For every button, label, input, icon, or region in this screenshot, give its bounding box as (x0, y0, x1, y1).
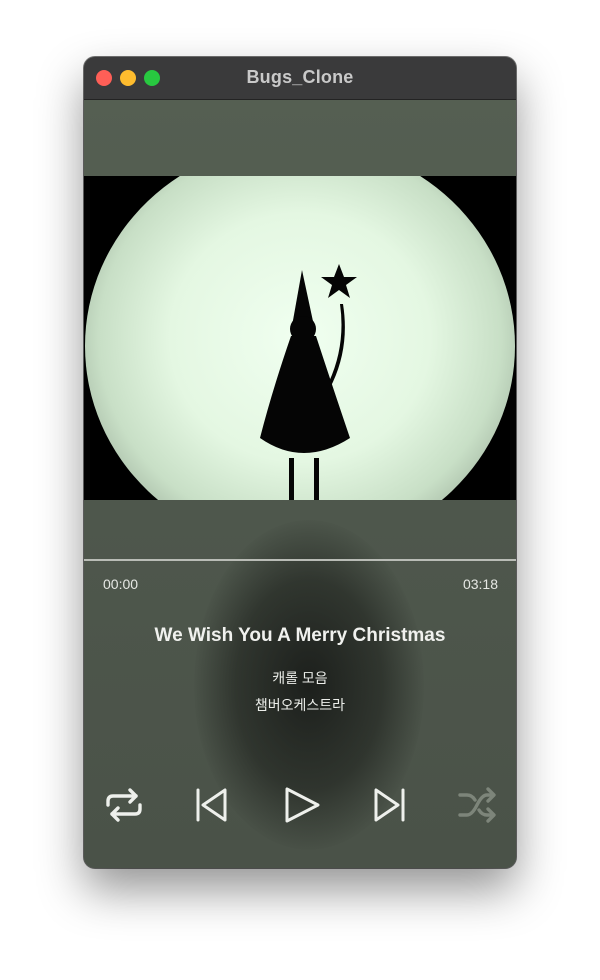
next-button[interactable] (368, 784, 410, 826)
artist-name: 챔버오케스트라 (254, 697, 346, 713)
shuffle-icon (458, 787, 496, 823)
current-time: 00:00 (103, 576, 139, 592)
player-view: 00:00 03:18 We Wish You A Merry Christma… (84, 100, 516, 868)
skip-forward-icon (374, 788, 405, 822)
app-window: Bugs_Clone 00:00 03:18 We Wish You A Mer… (84, 57, 516, 868)
skip-back-icon (196, 788, 227, 822)
track-title: We Wish You A Merry Christmas (154, 625, 446, 646)
total-time: 03:18 (462, 576, 498, 592)
window-title: Bugs_Clone (246, 67, 354, 87)
play-button[interactable] (280, 784, 322, 826)
play-icon (285, 787, 320, 823)
shuffle-button[interactable] (456, 784, 498, 826)
repeat-icon (106, 788, 142, 822)
repeat-button[interactable] (103, 784, 145, 826)
title-bar[interactable]: Bugs_Clone (84, 57, 516, 100)
previous-button[interactable] (191, 784, 233, 826)
progress-bar[interactable] (84, 559, 516, 561)
album-artwork (84, 176, 516, 500)
album-name: 캐롤 모음 (272, 670, 328, 686)
